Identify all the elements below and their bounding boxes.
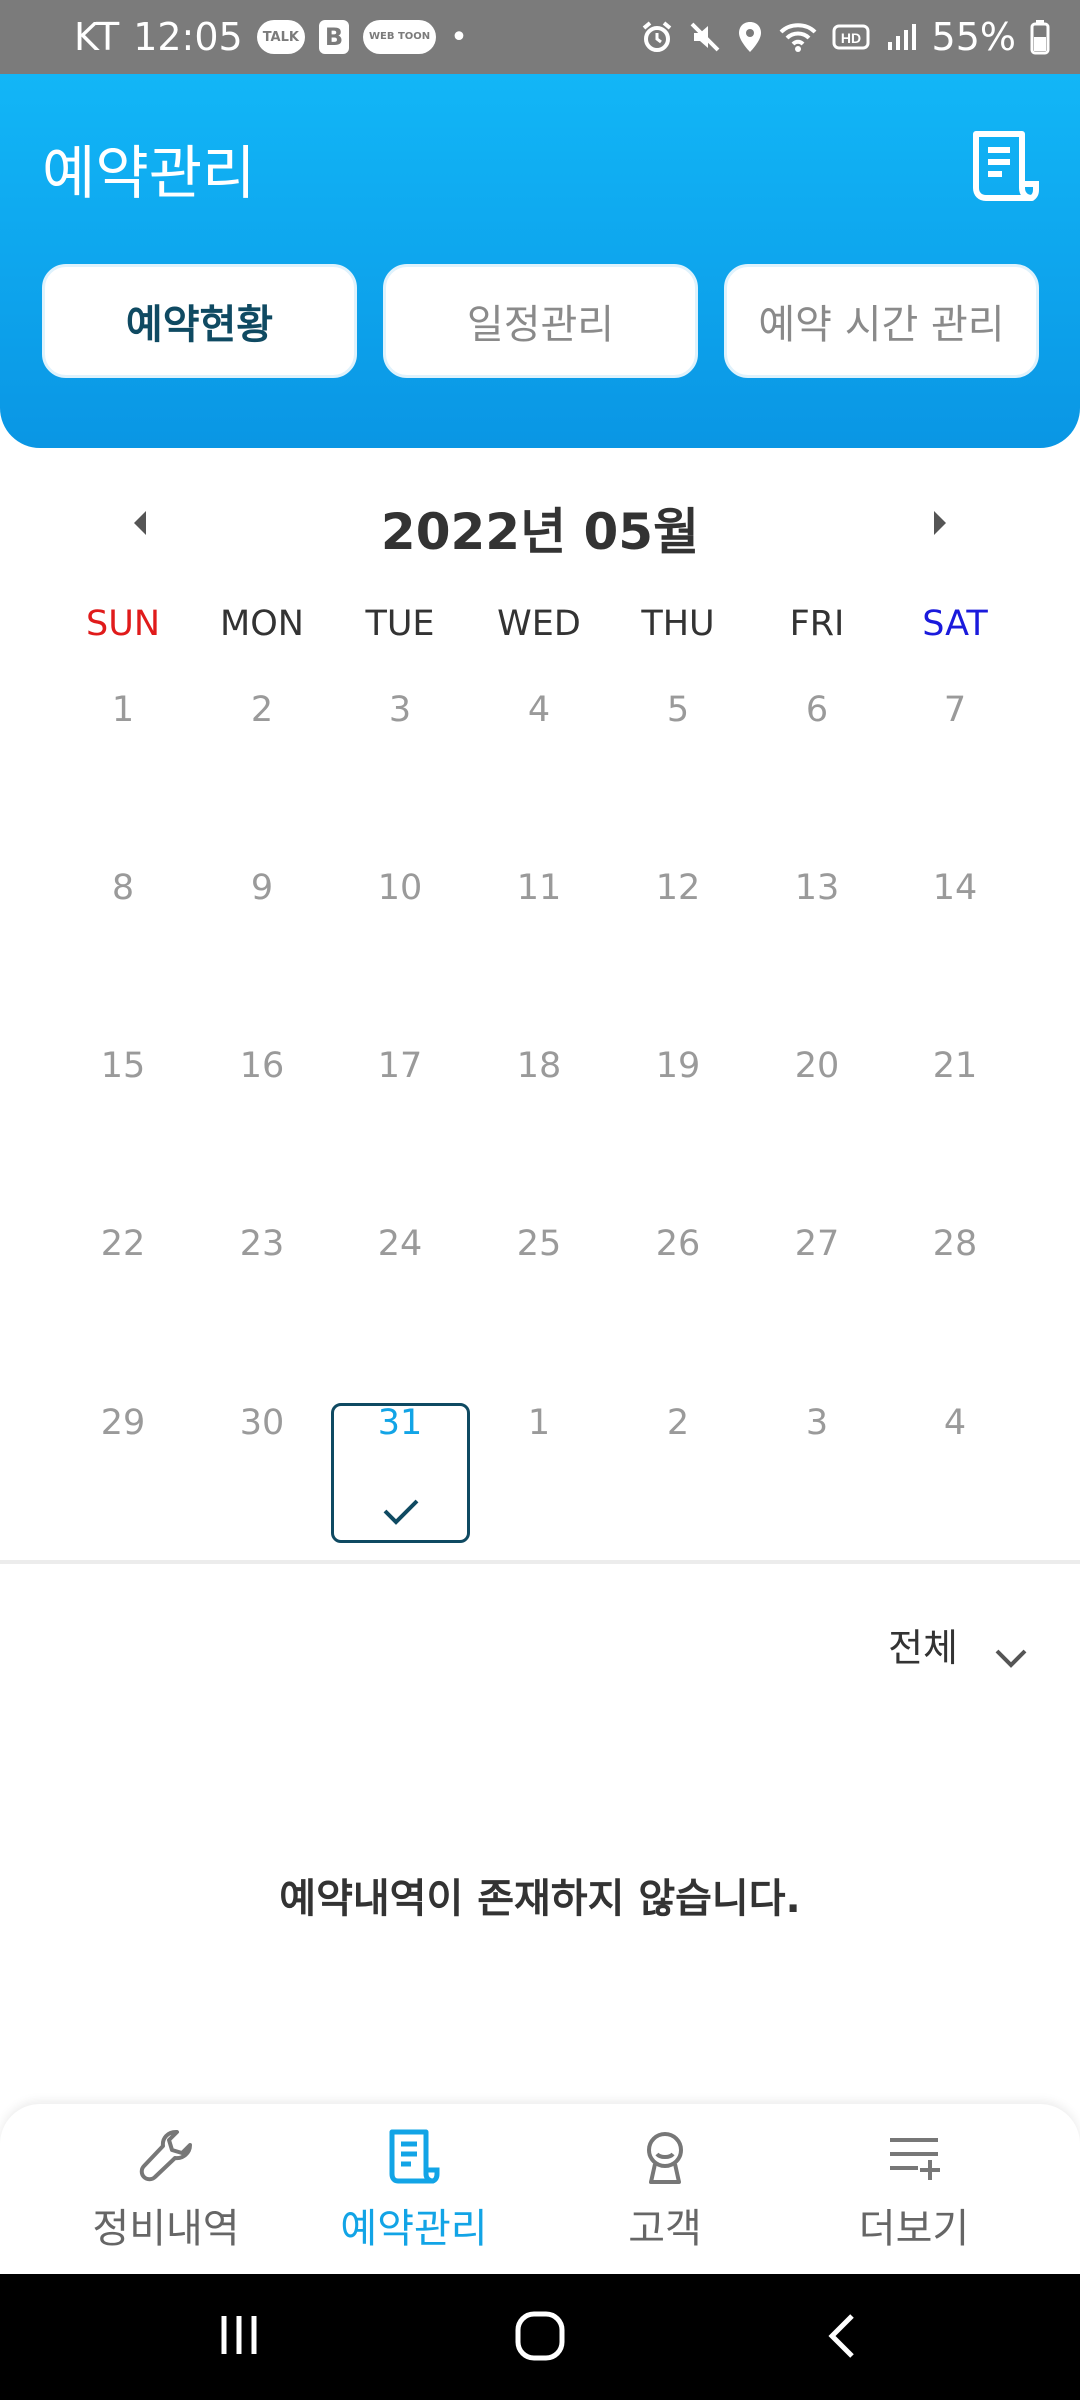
calendar-day[interactable]: 10 bbox=[331, 868, 469, 908]
document-icon bbox=[384, 2126, 444, 2186]
calendar-day[interactable]: 7 bbox=[886, 690, 1024, 730]
status-bar: KT 12:05 TALK B WEB TOON • HD 55% bbox=[0, 0, 1080, 74]
chevron-down-icon bbox=[994, 1634, 1028, 1668]
month-title: 2022년 05월 bbox=[380, 503, 700, 561]
calendar-day[interactable]: 13 bbox=[748, 868, 886, 908]
calendar-day[interactable]: 18 bbox=[470, 1046, 608, 1086]
notification-dot: • bbox=[450, 19, 468, 55]
mute-icon bbox=[688, 20, 722, 54]
calendar-day[interactable]: 29 bbox=[54, 1403, 192, 1443]
signal-icon bbox=[884, 20, 918, 54]
system-nav-bar bbox=[0, 2274, 1080, 2400]
weekday-wed: WED bbox=[497, 604, 581, 644]
calendar-day[interactable]: 11 bbox=[470, 868, 608, 908]
divider bbox=[0, 1560, 1080, 1564]
calendar-day[interactable]: 20 bbox=[748, 1046, 886, 1086]
battery-icon bbox=[1030, 19, 1050, 55]
calendar-day[interactable]: 22 bbox=[54, 1224, 192, 1264]
calendar-day[interactable]: 28 bbox=[886, 1224, 1024, 1264]
wifi-icon bbox=[778, 20, 818, 54]
b-app-icon: B bbox=[318, 20, 349, 54]
more-list-icon bbox=[884, 2126, 944, 2186]
calendar-day[interactable]: 14 bbox=[886, 868, 1024, 908]
calendar-day[interactable]: 17 bbox=[331, 1046, 469, 1086]
nav-label: 정비내역 bbox=[92, 2206, 240, 2252]
calendar-day[interactable]: 27 bbox=[748, 1224, 886, 1264]
filter-dropdown[interactable]: 전체 bbox=[888, 1617, 1028, 1672]
calendar-day[interactable]: 24 bbox=[331, 1224, 469, 1264]
tab-schedule-management[interactable]: 일정관리 bbox=[383, 264, 698, 378]
nav-label: 더보기 bbox=[858, 2206, 970, 2252]
alarm-icon bbox=[640, 20, 674, 54]
calendar-day[interactable]: 15 bbox=[54, 1046, 192, 1086]
app-header: 예약관리 예약현황 일정관리 예약 시간 관리 bbox=[0, 74, 1080, 448]
calendar-day[interactable]: 4 bbox=[886, 1403, 1024, 1443]
calendar-day[interactable]: 2 bbox=[193, 690, 331, 730]
weekday-mon: MON bbox=[220, 604, 304, 644]
back-icon[interactable] bbox=[822, 2310, 862, 2366]
calendar-day[interactable]: 30 bbox=[193, 1403, 331, 1443]
svg-text:HD: HD bbox=[840, 30, 860, 46]
calendar-day[interactable]: 1 bbox=[470, 1403, 608, 1443]
check-icon bbox=[381, 1497, 421, 1527]
calendar-day[interactable]: 1 bbox=[54, 690, 192, 730]
calendar-day[interactable]: 2 bbox=[609, 1403, 747, 1443]
document-icon[interactable] bbox=[970, 128, 1040, 204]
filter-label: 전체 bbox=[888, 1626, 958, 1670]
weekday-tue: TUE bbox=[365, 604, 435, 644]
hd-icon: HD bbox=[832, 22, 870, 52]
wrench-icon bbox=[136, 2126, 196, 2186]
empty-message: 예약내역이 존재하지 않습니다. bbox=[279, 1876, 801, 1922]
battery-percent: 55% bbox=[931, 15, 1016, 59]
nav-more[interactable]: 더보기 bbox=[784, 2126, 1044, 2254]
status-left: KT 12:05 TALK B WEB TOON • bbox=[74, 0, 468, 74]
calendar-day-selected[interactable]: 31 bbox=[331, 1403, 469, 1443]
person-icon bbox=[635, 2126, 695, 2186]
clock: 12:05 bbox=[133, 15, 243, 59]
page-title: 예약관리 bbox=[42, 139, 256, 207]
calendar-day[interactable]: 3 bbox=[331, 690, 469, 730]
nav-maintenance-history[interactable]: 정비내역 bbox=[36, 2126, 296, 2254]
status-right: HD 55% bbox=[640, 0, 1050, 74]
nav-customers[interactable]: 고객 bbox=[535, 2126, 795, 2254]
recent-apps-icon[interactable] bbox=[214, 2310, 264, 2364]
nav-label: 고객 bbox=[628, 2206, 702, 2252]
weekday-fri: FRI bbox=[789, 604, 845, 644]
calendar-day[interactable]: 12 bbox=[609, 868, 747, 908]
calendar-day[interactable]: 4 bbox=[470, 690, 608, 730]
calendar-day[interactable]: 25 bbox=[470, 1224, 608, 1264]
calendar-day[interactable]: 6 bbox=[748, 690, 886, 730]
calendar-day[interactable]: 5 bbox=[609, 690, 747, 730]
weekday-thu: THU bbox=[641, 604, 715, 644]
bottom-nav: 정비내역 예약관리 고객 더보기 bbox=[0, 2104, 1080, 2274]
nav-label: 예약관리 bbox=[340, 2206, 488, 2252]
tab-reservation-status[interactable]: 예약현황 bbox=[42, 264, 357, 378]
calendar-day[interactable]: 8 bbox=[54, 868, 192, 908]
calendar-day[interactable]: 23 bbox=[193, 1224, 331, 1264]
nav-reservation-management[interactable]: 예약관리 bbox=[284, 2126, 544, 2254]
calendar-day[interactable]: 26 bbox=[609, 1224, 747, 1264]
weekday-sat: SAT bbox=[922, 604, 988, 644]
calendar-day[interactable]: 9 bbox=[193, 868, 331, 908]
kakaotalk-icon: TALK bbox=[256, 20, 305, 54]
tab-reservation-time-management[interactable]: 예약 시간 관리 bbox=[724, 264, 1039, 378]
header-tabs: 예약현황 일정관리 예약 시간 관리 bbox=[42, 264, 1039, 378]
location-icon bbox=[736, 20, 764, 54]
home-icon[interactable] bbox=[514, 2310, 566, 2366]
calendar-day[interactable]: 21 bbox=[886, 1046, 1024, 1086]
webtoon-icon: WEB TOON bbox=[362, 20, 437, 54]
carrier: KT bbox=[74, 15, 120, 59]
calendar-day[interactable]: 16 bbox=[193, 1046, 331, 1086]
calendar-header: 2022년 05월 bbox=[0, 488, 1080, 561]
weekday-sun: SUN bbox=[85, 604, 161, 644]
calendar-day[interactable]: 19 bbox=[609, 1046, 747, 1086]
next-month-icon[interactable] bbox=[928, 508, 952, 538]
calendar-day[interactable]: 3 bbox=[748, 1403, 886, 1443]
